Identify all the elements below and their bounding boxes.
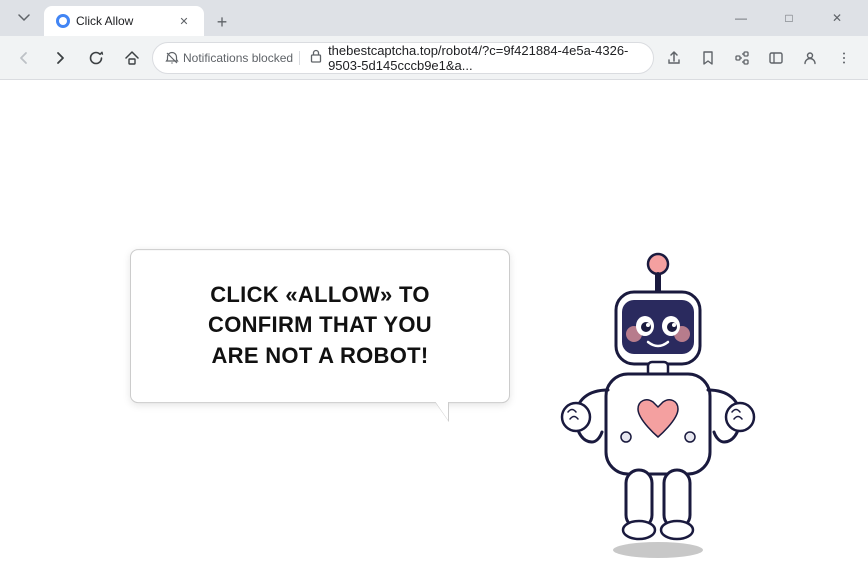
menu-button[interactable] (828, 42, 860, 74)
notifications-blocked-indicator: Notifications blocked (165, 51, 300, 65)
page-content: CLICK «ALLOW» TO CONFIRM THAT YOU ARE NO… (0, 80, 868, 587)
notifications-blocked-text: Notifications blocked (183, 51, 293, 65)
active-tab[interactable]: Click Allow ✕ (44, 6, 204, 36)
home-button[interactable] (116, 42, 148, 74)
back-button[interactable] (8, 42, 40, 74)
url-text: thebestcaptcha.top/robot4/?c=9f421884-4e… (328, 43, 641, 73)
toolbar: Notifications blocked thebestcaptcha.top… (0, 36, 868, 80)
speech-text-line1: CLICK «ALLOW» TO CONFIRM THAT YOU (208, 282, 432, 338)
close-button[interactable]: ✕ (814, 4, 860, 32)
speech-bubble: CLICK «ALLOW» TO CONFIRM THAT YOU ARE NO… (130, 249, 510, 403)
profile-button[interactable] (794, 42, 826, 74)
tab-strip: Click Allow ✕ + (44, 0, 714, 36)
title-bar: Click Allow ✕ + — □ ✕ (0, 0, 868, 36)
tab-title: Click Allow (76, 14, 170, 28)
speech-bubble-wrapper: CLICK «ALLOW» TO CONFIRM THAT YOU ARE NO… (130, 249, 510, 403)
captcha-message: CLICK «ALLOW» TO CONFIRM THAT YOU ARE NO… (171, 280, 469, 372)
speech-text-line2: ARE NOT A ROBOT! (211, 343, 428, 368)
tab-favicon (56, 14, 70, 28)
window-controls: — □ ✕ (718, 4, 860, 32)
toolbar-actions (658, 42, 860, 74)
content-area: CLICK «ALLOW» TO CONFIRM THAT YOU ARE NO… (0, 80, 868, 587)
browser-frame: Click Allow ✕ + — □ ✕ Notifications bl (0, 0, 868, 587)
reload-button[interactable] (80, 42, 112, 74)
robot-illustration (548, 242, 768, 567)
forward-button[interactable] (44, 42, 76, 74)
sidebar-button[interactable] (760, 42, 792, 74)
extensions-button[interactable] (726, 42, 758, 74)
share-button[interactable] (658, 42, 690, 74)
minimize-button[interactable]: — (718, 4, 764, 32)
address-bar[interactable]: Notifications blocked thebestcaptcha.top… (152, 42, 654, 74)
tab-list-button[interactable] (8, 2, 40, 34)
bookmark-button[interactable] (692, 42, 724, 74)
maximize-button[interactable]: □ (766, 4, 812, 32)
tab-close-button[interactable]: ✕ (176, 13, 192, 29)
lock-icon (310, 49, 322, 66)
new-tab-button[interactable]: + (208, 8, 236, 36)
